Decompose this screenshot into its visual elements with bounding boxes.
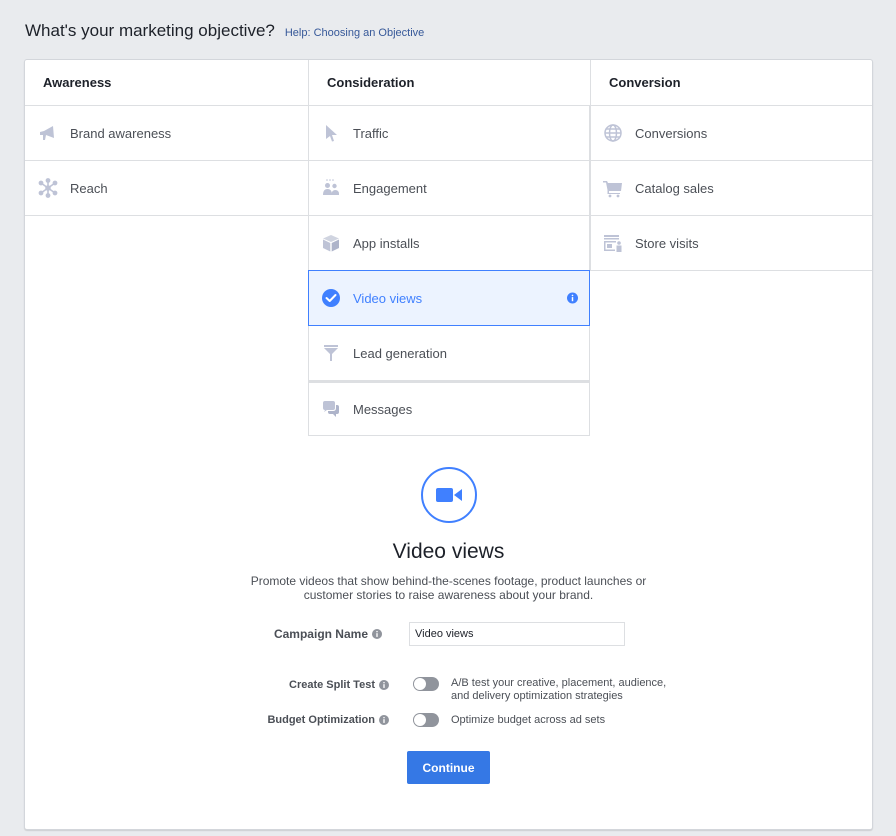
objective-store-visits[interactable]: Store visits: [590, 216, 872, 271]
globe-icon: [602, 122, 624, 144]
objective-label: Traffic: [353, 125, 389, 141]
info-icon[interactable]: [379, 680, 389, 690]
objective-traffic[interactable]: Traffic: [308, 106, 590, 161]
toggle-knob: [414, 678, 426, 690]
info-icon[interactable]: [372, 629, 382, 639]
box-icon: [320, 232, 342, 254]
objective-label: Video views: [353, 290, 423, 306]
consideration-column: Consideration Traffic Engagement App ins…: [308, 60, 590, 436]
help-link[interactable]: Help: Choosing an Objective: [285, 27, 424, 39]
conversion-column: Conversion Conversions Catalog sales Sto…: [590, 60, 872, 271]
page-header: What's your marketing objective? Help: C…: [25, 21, 424, 41]
cursor-icon: [320, 122, 342, 144]
split-test-description: A/B test your creative, placement, audie…: [451, 677, 667, 702]
campaign-name-label: Campaign Name: [225, 627, 382, 641]
objective-engagement[interactable]: Engagement: [308, 161, 590, 216]
megaphone-icon: [37, 122, 59, 144]
objective-card: Awareness Brand awareness Reach Consider…: [24, 59, 873, 830]
column-header: Awareness: [25, 60, 308, 106]
checkmark-circle-icon: [320, 287, 342, 309]
objective-label: Brand awareness: [70, 125, 172, 141]
objective-label: Catalog sales: [635, 180, 714, 196]
toggle-knob: [414, 714, 426, 726]
objective-lead-generation[interactable]: Lead generation: [308, 326, 590, 381]
objective-label: Lead generation: [353, 345, 447, 361]
info-icon[interactable]: [567, 292, 578, 304]
column-header: Conversion: [590, 60, 872, 106]
chat-bubbles-icon: [320, 398, 342, 420]
campaign-name-label-text: Campaign Name: [273, 627, 368, 641]
info-icon[interactable]: [379, 715, 389, 725]
video-camera-icon: [420, 467, 477, 523]
objective-label: Messages: [353, 401, 413, 417]
budget-optimization-label: Budget Optimization: [231, 714, 389, 726]
objective-label: Reach: [70, 180, 108, 196]
split-test-label-text: Create Split Test: [289, 679, 375, 691]
budget-optimization-row: Budget Optimization Optimize budget acro…: [231, 713, 605, 727]
objective-messages[interactable]: Messages: [308, 381, 590, 436]
campaign-name-row: Campaign Name: [225, 622, 625, 646]
split-test-row: Create Split Test A/B test your creative…: [231, 677, 676, 703]
objective-video-views[interactable]: Video views: [308, 270, 590, 326]
campaign-name-input[interactable]: [409, 622, 625, 646]
objective-reach[interactable]: Reach: [25, 161, 308, 216]
objective-conversions[interactable]: Conversions: [590, 106, 872, 161]
objective-label: Conversions: [635, 125, 708, 141]
column-header: Consideration: [308, 60, 590, 106]
objective-label: App installs: [353, 235, 420, 251]
objective-detail: Video views Promote videos that show beh…: [25, 467, 872, 602]
objective-app-installs[interactable]: App installs: [308, 216, 590, 271]
reach-network-icon: [37, 177, 59, 199]
objective-catalog-sales[interactable]: Catalog sales: [590, 161, 872, 216]
store-icon: [602, 232, 624, 254]
page-title: What's your marketing objective?: [25, 21, 275, 40]
budget-optimization-description: Optimize budget across ad sets: [451, 713, 606, 726]
objective-label: Engagement: [353, 180, 427, 196]
split-test-toggle[interactable]: [413, 677, 439, 691]
continue-button[interactable]: Continue: [407, 751, 490, 784]
funnel-icon: [320, 342, 342, 364]
objective-label: Store visits: [635, 235, 699, 251]
people-icon: [320, 177, 342, 199]
split-test-label: Create Split Test: [231, 679, 389, 691]
cart-icon: [602, 177, 624, 199]
detail-title: Video views: [392, 540, 505, 563]
budget-optimization-label-text: Budget Optimization: [267, 714, 375, 726]
budget-optimization-toggle[interactable]: [413, 713, 439, 727]
awareness-column: Awareness Brand awareness Reach: [25, 60, 308, 216]
objective-brand-awareness[interactable]: Brand awareness: [25, 106, 308, 161]
detail-description: Promote videos that show behind-the-scen…: [250, 574, 647, 602]
